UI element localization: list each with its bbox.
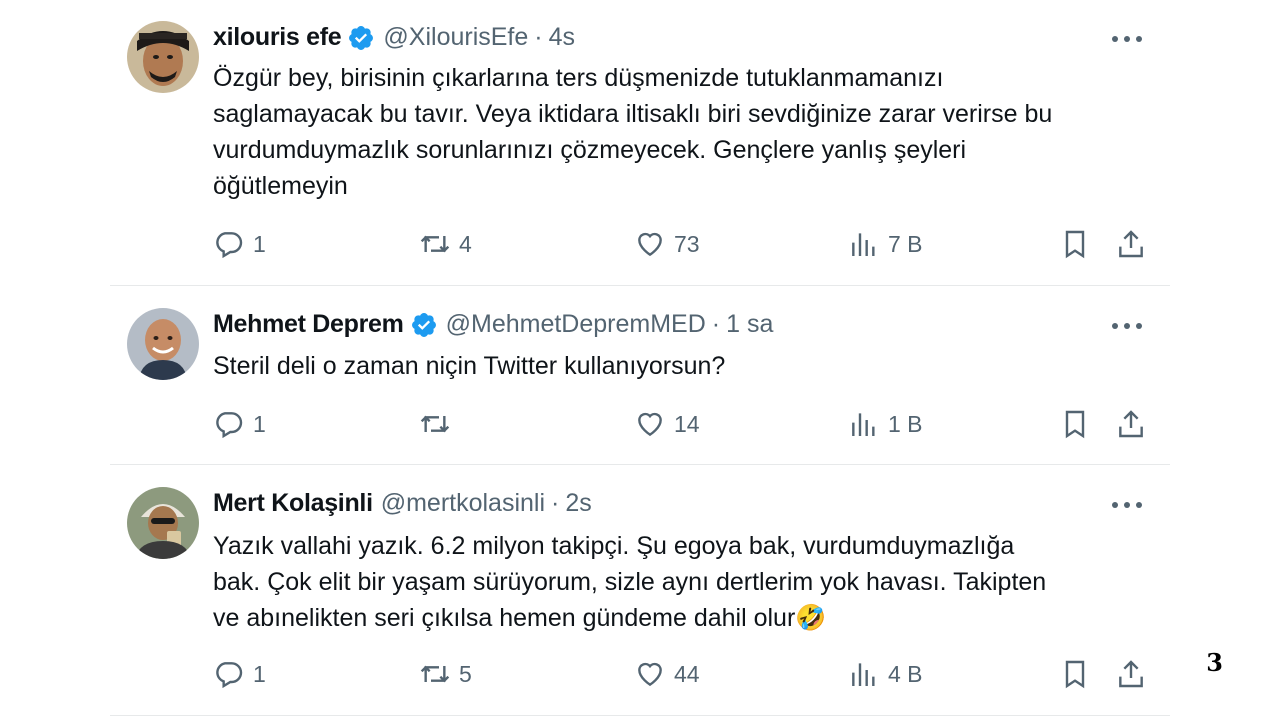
verified-badge-icon bbox=[410, 311, 438, 339]
like-button[interactable]: 14 bbox=[634, 404, 700, 444]
retweet-icon bbox=[420, 235, 450, 253]
reply-button[interactable]: 1 bbox=[213, 224, 266, 264]
more-icon[interactable] bbox=[1112, 34, 1142, 44]
more-icon[interactable] bbox=[1112, 500, 1142, 510]
reply-count: 1 bbox=[253, 660, 266, 687]
avatar[interactable] bbox=[127, 21, 199, 93]
tweet-text: Özgür bey, birisinin çıkarlarına ters dü… bbox=[213, 60, 1143, 204]
views-icon bbox=[852, 663, 875, 686]
tweet[interactable]: Mert Kolaşinli @mertkolasinli · 2s Yazık… bbox=[110, 465, 1170, 716]
tweet-actions: 1 14 1 B bbox=[213, 404, 1153, 444]
share-button[interactable] bbox=[1115, 654, 1155, 694]
tweet-text-line: öğütlemeyin bbox=[213, 172, 348, 200]
tweet-actions: 1 4 73 7 B bbox=[213, 224, 1153, 264]
more-icon[interactable] bbox=[1112, 321, 1142, 331]
display-name[interactable]: Mert Kolaşinli bbox=[213, 489, 373, 518]
retweet-button[interactable]: 5 bbox=[419, 654, 472, 694]
display-name[interactable]: xilouris efe bbox=[213, 23, 342, 52]
tweet-text-line: Yazık vallahi yazık. 6.2 milyon takipçi.… bbox=[213, 532, 1015, 560]
bookmark-icon bbox=[1065, 410, 1085, 439]
avatar[interactable] bbox=[127, 308, 199, 380]
tweet[interactable]: xilouris efe @XilourisEfe · 4s Özgür bey… bbox=[110, 0, 1170, 286]
user-handle[interactable]: @MehmetDepremMED bbox=[446, 310, 706, 339]
separator-dot: · bbox=[534, 23, 543, 51]
like-count: 14 bbox=[674, 410, 700, 437]
retweet-button[interactable] bbox=[419, 404, 459, 444]
tweet-text-line: vurdumduymazlık sorunlarınızı çözmeyecek… bbox=[213, 136, 967, 164]
timestamp[interactable]: 1 sa bbox=[726, 310, 773, 339]
tweet-text-line: ve abınelikten seri çıkılsa hemen gündem… bbox=[213, 604, 827, 632]
views-button[interactable]: 1 B bbox=[848, 404, 923, 444]
reply-button[interactable]: 1 bbox=[213, 654, 266, 694]
user-handle[interactable]: @mertkolasinli bbox=[381, 489, 545, 518]
views-button[interactable]: 4 B bbox=[848, 654, 923, 694]
bookmark-button[interactable] bbox=[1059, 654, 1099, 694]
bookmark-button[interactable] bbox=[1059, 404, 1099, 444]
like-count: 44 bbox=[674, 660, 700, 687]
views-button[interactable]: 7 B bbox=[848, 224, 923, 264]
reply-icon bbox=[216, 232, 243, 259]
tweet-text-line: saglamayacak bu tavır. Veya iktidara ilt… bbox=[213, 100, 1053, 128]
view-count: 4 B bbox=[888, 660, 923, 687]
view-count: 7 B bbox=[888, 230, 923, 257]
retweet-icon bbox=[420, 665, 450, 683]
reply-button[interactable]: 1 bbox=[213, 404, 266, 444]
tweet-text-line: bak. Çok elit bir yaşam sürüyorum, sizle… bbox=[213, 568, 1047, 596]
bookmark-icon bbox=[1065, 660, 1085, 689]
like-icon bbox=[638, 662, 662, 687]
user-handle[interactable]: @XilourisEfe bbox=[383, 23, 528, 52]
like-count: 73 bbox=[674, 230, 700, 257]
share-icon bbox=[1119, 230, 1143, 258]
retweet-button[interactable]: 4 bbox=[419, 224, 472, 264]
like-icon bbox=[638, 232, 662, 257]
verified-badge-icon bbox=[347, 24, 375, 52]
share-icon bbox=[1119, 660, 1143, 688]
like-button[interactable]: 73 bbox=[634, 224, 700, 264]
share-button[interactable] bbox=[1115, 224, 1155, 264]
share-icon bbox=[1119, 410, 1143, 438]
tweet-actions: 1 5 44 4 B bbox=[213, 654, 1153, 694]
reply-icon bbox=[216, 412, 243, 439]
retweet-count: 5 bbox=[459, 660, 472, 687]
reply-count: 1 bbox=[253, 230, 266, 257]
tweet-header: Mert Kolaşinli @mertkolasinli · 2s bbox=[213, 489, 592, 518]
separator-dot: · bbox=[551, 489, 560, 517]
timestamp[interactable]: 4s bbox=[549, 23, 575, 52]
reply-count: 1 bbox=[253, 410, 266, 437]
display-name[interactable]: Mehmet Deprem bbox=[213, 310, 404, 339]
separator-dot: · bbox=[711, 310, 721, 338]
page-number: 3 bbox=[1206, 648, 1223, 677]
reply-icon bbox=[216, 662, 243, 689]
views-icon bbox=[852, 413, 875, 436]
tweet-text: Yazık vallahi yazık. 6.2 milyon takipçi.… bbox=[213, 528, 1143, 636]
tweet-feed: xilouris efe @XilourisEfe · 4s Özgür bey… bbox=[110, 0, 1170, 716]
avatar[interactable] bbox=[127, 487, 199, 559]
tweet-header: xilouris efe @XilourisEfe · 4s bbox=[213, 23, 575, 52]
tweet-text-line: Steril deli o zaman niçin Twitter kullan… bbox=[213, 352, 726, 380]
retweet-icon bbox=[420, 415, 450, 433]
like-icon bbox=[638, 412, 662, 437]
tweet-text-line: Özgür bey, birisinin çıkarlarına ters dü… bbox=[213, 64, 944, 92]
timestamp[interactable]: 2s bbox=[565, 489, 591, 518]
tweet-text: Steril deli o zaman niçin Twitter kullan… bbox=[213, 348, 1143, 384]
bookmark-button[interactable] bbox=[1059, 224, 1099, 264]
retweet-count: 4 bbox=[459, 230, 472, 257]
view-count: 1 B bbox=[888, 410, 923, 437]
like-button[interactable]: 44 bbox=[634, 654, 700, 694]
share-button[interactable] bbox=[1115, 404, 1155, 444]
bookmark-icon bbox=[1065, 230, 1085, 259]
tweet[interactable]: Mehmet Deprem @MehmetDepremMED · 1 sa St… bbox=[110, 286, 1170, 465]
views-icon bbox=[852, 233, 875, 256]
tweet-header: Mehmet Deprem @MehmetDepremMED · 1 sa bbox=[213, 310, 773, 339]
